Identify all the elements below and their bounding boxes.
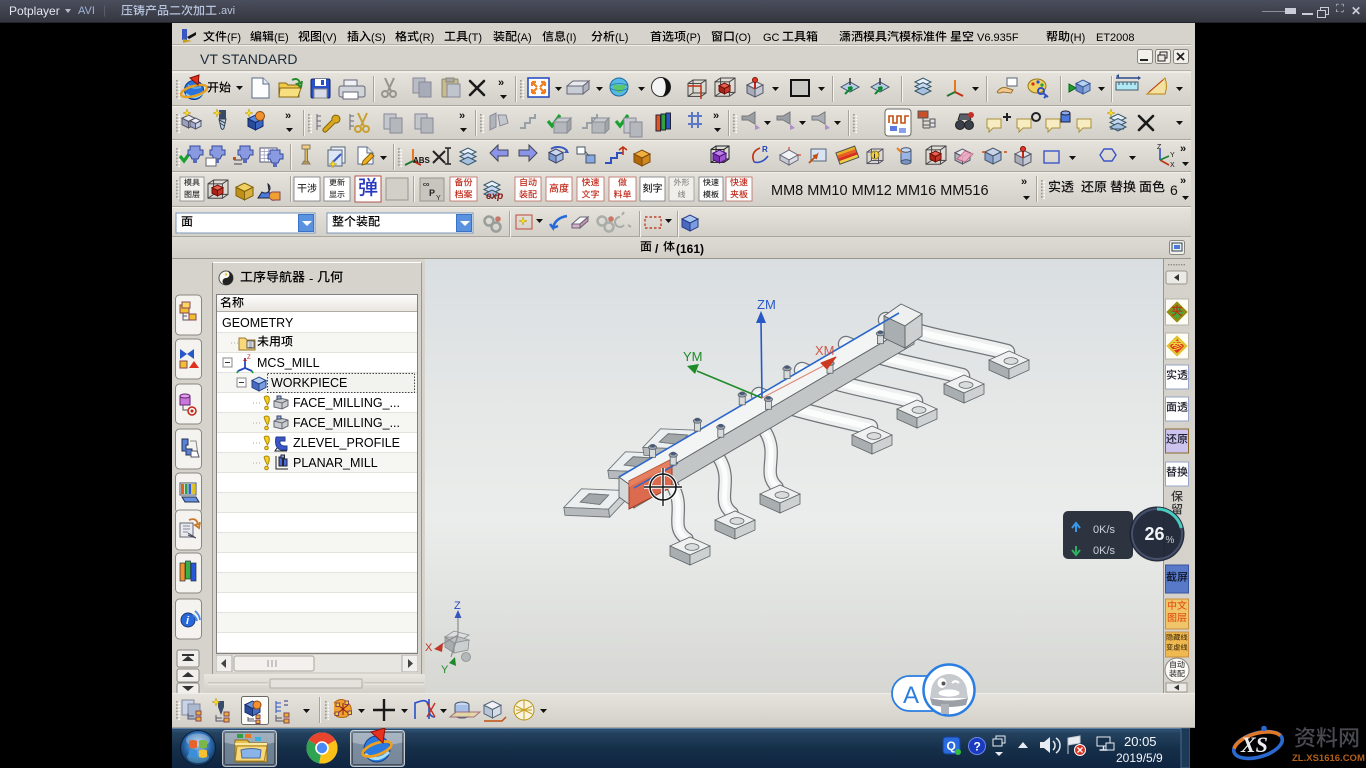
svg-text:»: » [1180, 143, 1186, 155]
svg-text:XM: XM [815, 343, 835, 358]
svg-text:Y: Y [436, 195, 441, 202]
svg-text:»: » [459, 110, 465, 122]
svg-text:2019/5/9: 2019/5/9 [1116, 751, 1163, 765]
svg-text:Y: Y [441, 664, 449, 676]
svg-text:Z: Z [1157, 144, 1162, 151]
svg-text:20:05: 20:05 [1124, 734, 1157, 749]
svg-text:ZM: ZM [757, 297, 776, 312]
svg-text:P: P [429, 188, 435, 198]
svg-text:?: ? [974, 740, 981, 754]
svg-text:0K/s: 0K/s [1093, 545, 1116, 557]
svg-text:6: 6 [1170, 182, 1178, 198]
svg-text:0K/s: 0K/s [1093, 524, 1116, 536]
svg-text:GEOMETRY: GEOMETRY [222, 316, 294, 330]
svg-text:FACE_MILLING_...: FACE_MILLING_... [293, 416, 400, 430]
svg-text:ABS: ABS [413, 156, 431, 165]
svg-text:X: X [1170, 162, 1175, 169]
svg-text:A: A [903, 682, 919, 709]
svg-text:»: » [498, 77, 504, 89]
svg-text:MCS_MILL: MCS_MILL [257, 356, 320, 370]
svg-text:26: 26 [1145, 524, 1165, 544]
svg-text:PLANAR_MILL: PLANAR_MILL [293, 456, 378, 470]
svg-text:exp: exp [486, 191, 503, 202]
svg-text:Q: Q [947, 739, 956, 753]
svg-text:XS: XS [1240, 732, 1268, 757]
svg-text:Z: Z [454, 600, 461, 612]
svg-text:WORKPIECE: WORKPIECE [271, 376, 347, 390]
svg-text:»: » [713, 110, 719, 122]
svg-text:Z: Z [247, 355, 251, 361]
svg-text:»: » [285, 110, 291, 122]
svg-text:»: » [1021, 176, 1027, 188]
svg-text:ZL.XS1616.COM: ZL.XS1616.COM [1292, 753, 1365, 764]
svg-text:YM: YM [683, 349, 703, 364]
svg-text:i: i [874, 153, 876, 160]
svg-text:%: % [1166, 535, 1175, 546]
svg-text:X: X [425, 642, 433, 654]
svg-text:FACE_MILLING_...: FACE_MILLING_... [293, 396, 400, 410]
svg-text:Y: Y [1170, 152, 1175, 159]
svg-text:ZLEVEL_PROFILE: ZLEVEL_PROFILE [293, 436, 400, 450]
svg-text:R: R [762, 145, 768, 154]
svg-text:»: » [1180, 175, 1186, 187]
svg-text:MM8 MM10 MM12 MM16 MM516: MM8 MM10 MM12 MM16 MM516 [771, 183, 989, 199]
